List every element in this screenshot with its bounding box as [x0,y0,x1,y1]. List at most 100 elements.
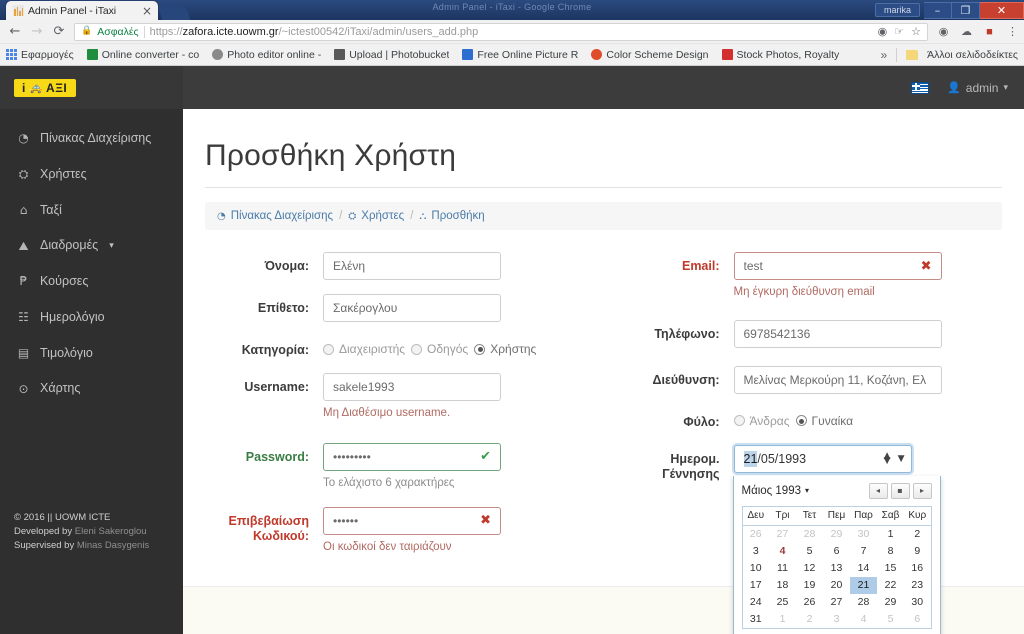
forward-icon[interactable]: → [26,21,48,43]
maximize-icon[interactable]: ❐ [952,1,980,19]
bookmark-item[interactable]: Free Online Picture R [462,49,578,61]
sidebar-item-users[interactable]: ⛭ Χρήστες [0,157,183,193]
calendar-day[interactable]: 30 [850,525,877,543]
password-confirm-input[interactable]: •••••• ✖ [323,506,501,535]
next-month-button[interactable]: ▸ [912,482,932,499]
browser-tab[interactable]: Admin Panel - iTaxi × [6,1,158,20]
calendar-day[interactable]: 24 [742,594,769,611]
user-menu[interactable]: 👤 admin ▾ [947,81,1008,95]
calendar-day[interactable]: 12 [796,560,823,577]
lastname-input[interactable]: Σακέρογλου [323,294,501,322]
calendar-day-selected[interactable]: 21 [850,576,877,594]
sidebar-item-calendar[interactable]: ☷ Ημερολόγιο [0,300,183,336]
calendar-day[interactable]: 9 [904,543,931,560]
birthdate-rest-segment[interactable]: /05/1993 [757,452,806,466]
calendar-day[interactable]: 18 [769,577,796,594]
calendar-day[interactable]: 1 [877,525,904,543]
email-input[interactable]: test ✖ [733,252,942,280]
new-tab-button[interactable] [157,5,191,20]
calendar-day[interactable]: 29 [877,594,904,611]
calendar-dropdown-icon[interactable]: ▼ [898,454,905,464]
sidebar-item-taxi[interactable]: ⌂ Ταξί [0,193,183,229]
window-user-label[interactable]: marika [874,3,920,17]
sidebar-item-map[interactable]: ⊙ Χάρτης [0,371,183,407]
calendar-day[interactable]: 2 [904,525,931,543]
calendar-day[interactable]: 27 [823,594,850,611]
calendar-day[interactable]: 14 [850,560,877,577]
minimize-icon[interactable]: – [924,1,952,19]
birthdate-day-segment[interactable]: 21 [743,450,758,467]
calendar-day[interactable]: 5 [796,543,823,560]
sidebar-item-courses[interactable]: ₱ Κούρσες [0,264,183,300]
calendar-day[interactable]: 30 [904,594,931,611]
calendar-day[interactable]: 11 [769,560,796,577]
calendar-day[interactable]: 17 [742,577,769,594]
calendar-day[interactable]: 8 [877,543,904,560]
sidebar-item-dashboard[interactable]: ◔ Πίνακας Διαχείρισης [0,121,183,157]
calendar-day[interactable]: 3 [823,611,850,629]
calendar-day[interactable]: 13 [823,560,850,577]
calendar-day[interactable]: 5 [877,611,904,629]
calendar-day[interactable]: 4 [850,611,877,629]
bookmark-item[interactable]: Online converter - co [86,49,199,61]
sidebar-item-routes[interactable]: ⛰ Διαδρομές ▾ [0,228,183,264]
month-year-selector[interactable]: Μάιος 1993 ▾ [742,485,810,497]
cloud-icon[interactable]: ☁ [959,24,974,39]
app-logo[interactable]: i 🚕 ΑΞΙ [14,78,77,97]
breadcrumb-item-users[interactable]: ⛭ Χρήστες [348,210,404,222]
pin-icon[interactable]: ☞ [894,25,904,38]
calendar-day[interactable]: 6 [904,611,931,629]
calendar-day[interactable]: 2 [796,611,823,629]
calendar-day[interactable]: 25 [769,594,796,611]
greek-flag-icon[interactable] [911,81,930,94]
calendar-day[interactable]: 29 [823,525,850,543]
today-button[interactable]: ▪ [890,482,910,499]
record-icon[interactable]: ◉ [878,25,888,38]
bookmark-item[interactable]: Color Scheme Design [591,49,709,61]
calendar-day[interactable]: 26 [796,594,823,611]
calendar-day[interactable]: 1 [769,611,796,629]
calendar-day[interactable]: 10 [742,560,769,577]
bookmark-item[interactable]: Upload | Photobucket [334,49,449,61]
bookmarks-overflow-icon[interactable]: » [880,48,887,62]
username-input[interactable]: sakele1993 [323,372,501,401]
calendar-day[interactable]: 31 [742,611,769,629]
back-icon[interactable]: ← [4,21,26,43]
calendar-day[interactable]: 28 [796,525,823,543]
calendar-day[interactable]: 23 [904,577,931,594]
calendar-day[interactable]: 26 [742,525,769,543]
calendar-day[interactable]: 15 [877,560,904,577]
radio-gender-male[interactable]: Άνδρας [733,414,790,428]
birthdate-input[interactable]: 21/05/1993 ▲ ▼ ▼ [733,444,912,473]
calendar-day[interactable]: 19 [796,577,823,594]
breadcrumb-item-add[interactable]: ⛬ Προσθήκη [419,210,484,222]
calendar-day[interactable]: 20 [823,577,850,594]
password-input[interactable]: ••••••••• ✔ [323,442,501,471]
calendar-day[interactable]: 22 [877,577,904,594]
calendar-day[interactable]: 6 [823,543,850,560]
calendar-day[interactable]: 28 [850,594,877,611]
spinner-arrows-icon[interactable]: ▲ ▼ [884,451,891,465]
address-input[interactable]: Μελίνας Μερκούρη 11, Κοζάνη, Ελ [733,365,942,394]
prev-month-button[interactable]: ◂ [868,482,888,499]
extension-globe-icon[interactable]: ◉ [936,24,951,39]
calendar-day[interactable]: 3 [742,543,769,560]
menu-kebab-icon[interactable]: ⋮ [1005,24,1020,39]
bookmark-item[interactable]: Photo editor online - [212,49,321,61]
star-icon[interactable]: ☆ [911,25,921,38]
calendar-day[interactable]: 27 [769,525,796,543]
radio-category-user[interactable]: Χρήστης [474,342,536,356]
sidebar-item-invoice[interactable]: ▤ Τιμολόγιο [0,336,183,372]
reload-icon[interactable]: ⟳ [48,21,70,43]
breadcrumb-item-dashboard[interactable]: ◔ Πίνακας Διαχείρισης [217,210,333,222]
address-bar[interactable]: 🔒 Ασφαλές https://zafora.icte.uowm.gr/~i… [74,22,928,41]
bookmark-item[interactable]: Stock Photos, Royalty [721,49,839,61]
radio-category-admin[interactable]: Διαχειριστής [323,342,405,356]
radio-gender-female[interactable]: Γυναίκα [795,414,853,428]
other-bookmarks-label[interactable]: Άλλοι σελιδοδείκτες [927,49,1018,61]
calendar-day[interactable]: 16 [904,560,931,577]
pdf-icon[interactable]: ■ [982,24,997,39]
calendar-day-today[interactable]: 4 [769,543,796,560]
window-close-icon[interactable]: ✕ [980,1,1024,19]
close-icon[interactable]: × [142,5,152,17]
